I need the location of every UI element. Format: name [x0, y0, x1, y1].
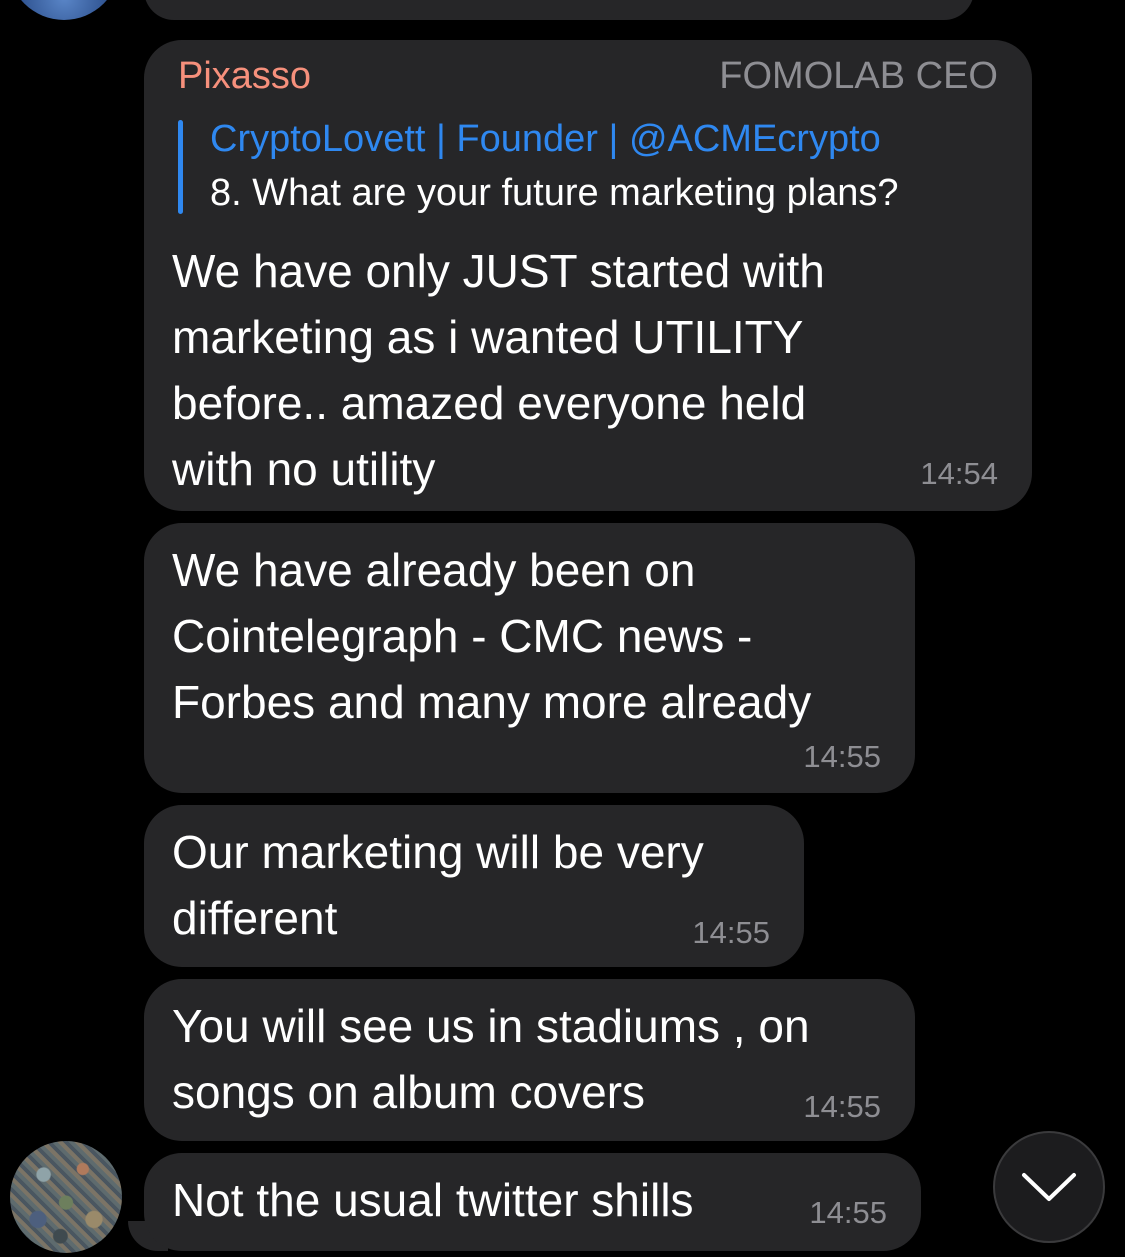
message-timestamp: 14:55 [692, 915, 770, 950]
scroll-to-bottom-button[interactable] [993, 1131, 1105, 1243]
message-text: You will see us in stadiums , on songs o… [172, 1000, 810, 1118]
message-bubble[interactable]: Our marketing will be very different 14:… [144, 805, 804, 967]
reply-quote-bar [178, 120, 183, 214]
avatar[interactable] [10, 1141, 122, 1253]
message-bubble[interactable]: We have already been on Cointelegraph - … [144, 523, 915, 793]
message-timestamp: 14:55 [809, 1195, 887, 1230]
reply-quote-author: CryptoLovett | Founder | @ACMEcrypto [210, 118, 881, 160]
message-timestamp: 14:55 [803, 1089, 881, 1124]
chevron-down-icon [1022, 1173, 1076, 1201]
message-text: Not the usual twitter shills [172, 1174, 694, 1226]
sender-name[interactable]: Pixasso [178, 54, 311, 98]
reply-quote-text: 8. What are your future marketing plans? [210, 172, 899, 214]
message-bubble-reply[interactable]: Pixasso FOMOLAB CEO CryptoLovett | Found… [144, 40, 1032, 511]
message-text: We have only JUST started with marketing… [172, 245, 825, 495]
message-bubble-previous[interactable] [144, 0, 974, 20]
avatar[interactable] [8, 0, 120, 20]
message-timestamp: 14:55 [803, 739, 881, 774]
sender-role-badge: FOMOLAB CEO [719, 55, 998, 97]
message-bubble[interactable]: Not the usual twitter shills 14:55 [144, 1153, 921, 1251]
reply-quote[interactable]: CryptoLovett | Founder | @ACMEcrypto 8. … [178, 116, 1008, 214]
message-bubble[interactable]: You will see us in stadiums , on songs o… [144, 979, 915, 1141]
message-text: Our marketing will be very different [172, 826, 704, 944]
message-text: We have already been on Cointelegraph - … [172, 544, 812, 728]
message-timestamp: 14:54 [920, 456, 998, 491]
